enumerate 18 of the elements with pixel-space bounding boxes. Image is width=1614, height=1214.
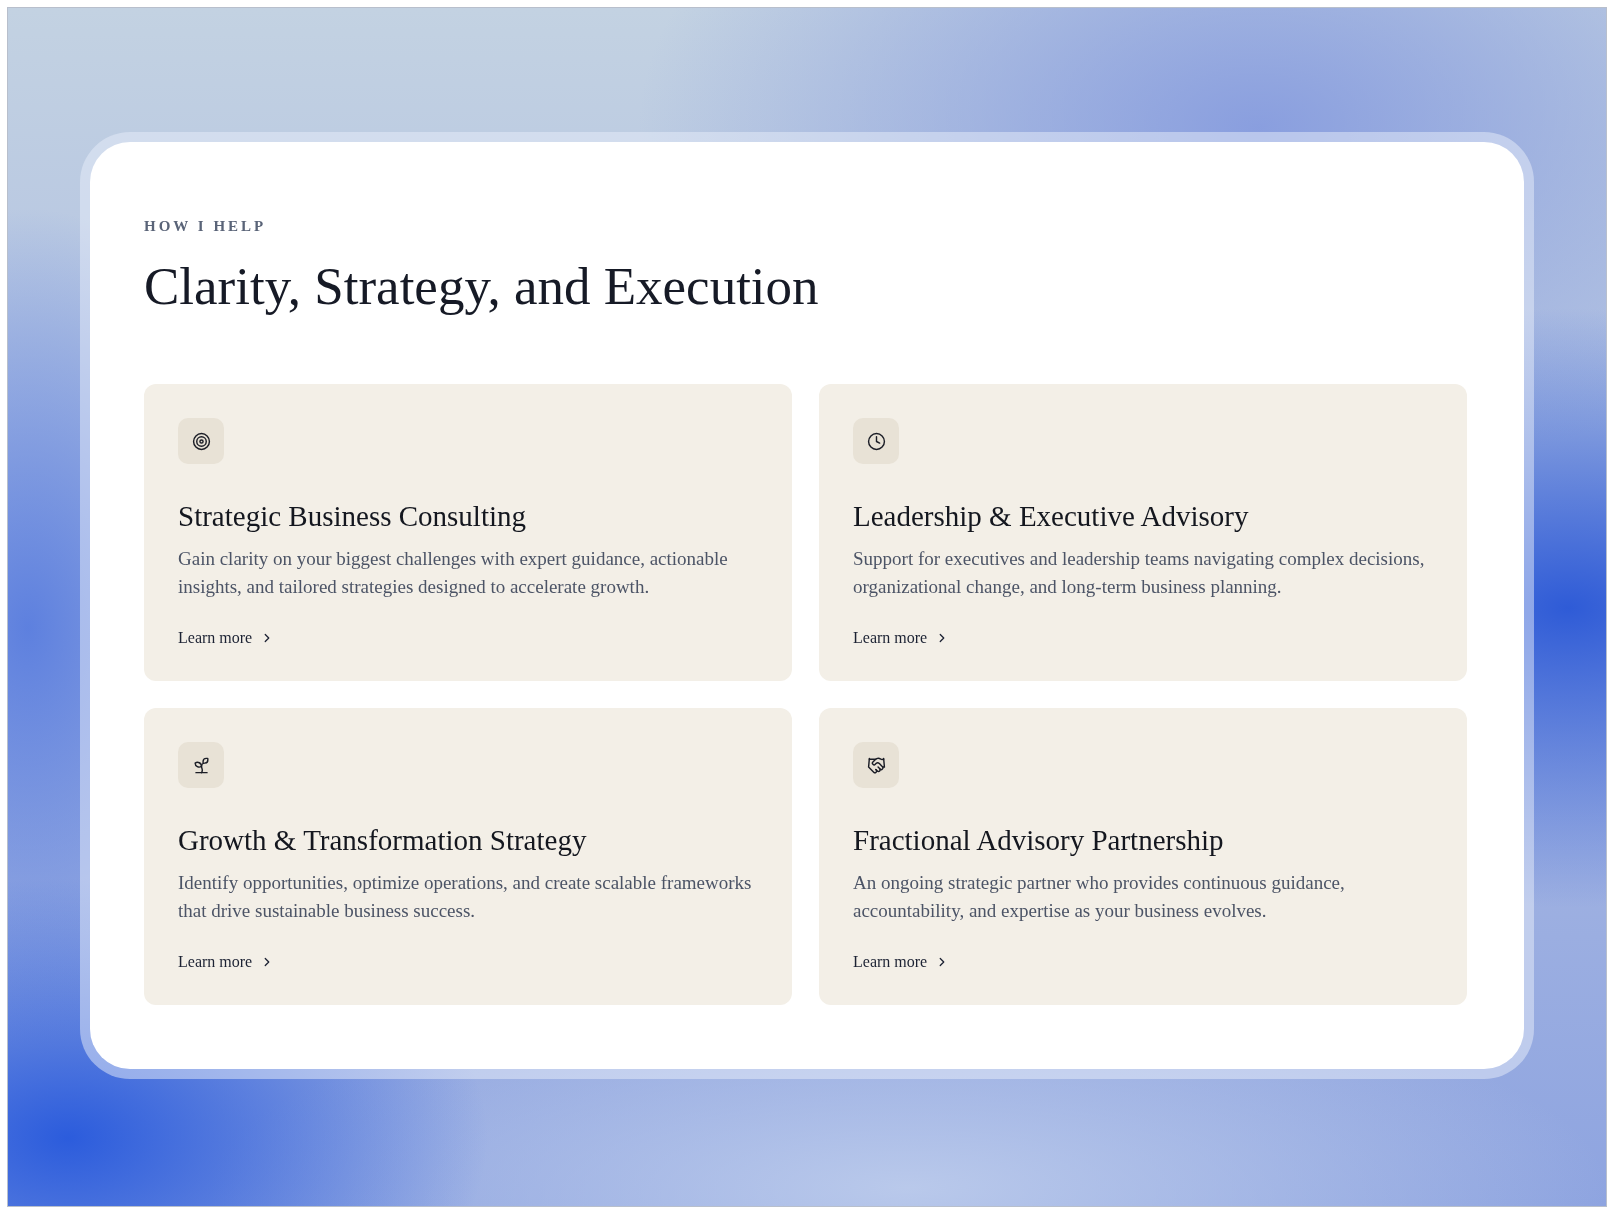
service-description: An ongoing strategic partner who provides continuous guidance, accountability, and expertise as your business evolves. bbox=[853, 871, 1346, 923]
service-description: Identify opportunities, optimize operations, and create scalable frameworks that drive sustainable business success. bbox=[178, 871, 753, 923]
learn-more-link[interactable]: Learn more bbox=[178, 627, 275, 649]
section-eyebrow: HOW I HELP bbox=[144, 217, 267, 236]
service-title: Growth & Transformation Strategy bbox=[178, 823, 587, 857]
service-title: Leadership & Executive Advisory bbox=[853, 499, 1249, 533]
target-icon bbox=[178, 418, 224, 464]
service-title: Fractional Advisory Partnership bbox=[853, 823, 1224, 857]
section-heading: Clarity, Strategy, and Execution bbox=[144, 256, 819, 317]
service-description: Gain clarity on your biggest challenges with expert guidance, actionable insights, and tailored strategies designed to accelerate growth. bbox=[178, 547, 729, 599]
sprout-icon bbox=[178, 742, 224, 788]
learn-more-link[interactable]: Learn more bbox=[853, 627, 950, 649]
clock-icon bbox=[853, 418, 899, 464]
learn-more-link[interactable]: Learn more bbox=[178, 951, 275, 973]
handshake-icon bbox=[853, 742, 899, 788]
learn-more-link[interactable]: Learn more bbox=[853, 951, 950, 973]
service-title: Strategic Business Consulting bbox=[178, 499, 526, 533]
service-description: Support for executives and leadership teams navigating complex decisions, organizational change, and long-term business planning. bbox=[853, 547, 1426, 599]
